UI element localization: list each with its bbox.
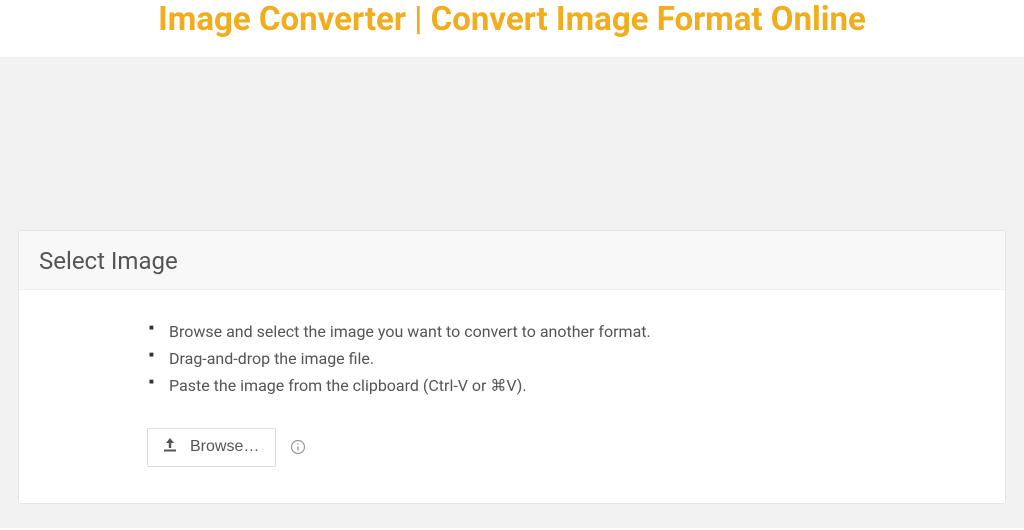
select-image-panel: Select Image Browse and select the image… <box>18 230 1006 504</box>
instruction-list: Browse and select the image you want to … <box>147 318 985 400</box>
page-title: Image Converter | Convert Image Format O… <box>0 0 1024 39</box>
instruction-item: Drag-and-drop the image file. <box>147 345 985 372</box>
page-header: Image Converter | Convert Image Format O… <box>0 0 1024 58</box>
browse-button[interactable]: Browse… <box>147 428 276 467</box>
browse-row: Browse… <box>147 428 985 467</box>
instruction-item: Paste the image from the clipboard (Ctrl… <box>147 372 985 399</box>
upload-icon <box>162 437 178 458</box>
panel-title: Select Image <box>39 247 985 275</box>
panel-header: Select Image <box>19 231 1005 290</box>
panel-body: Browse and select the image you want to … <box>19 290 1005 503</box>
instruction-item: Browse and select the image you want to … <box>147 318 985 345</box>
content-area: Select Image Browse and select the image… <box>0 58 1024 528</box>
info-icon[interactable] <box>290 439 306 455</box>
browse-button-label: Browse… <box>190 438 259 456</box>
